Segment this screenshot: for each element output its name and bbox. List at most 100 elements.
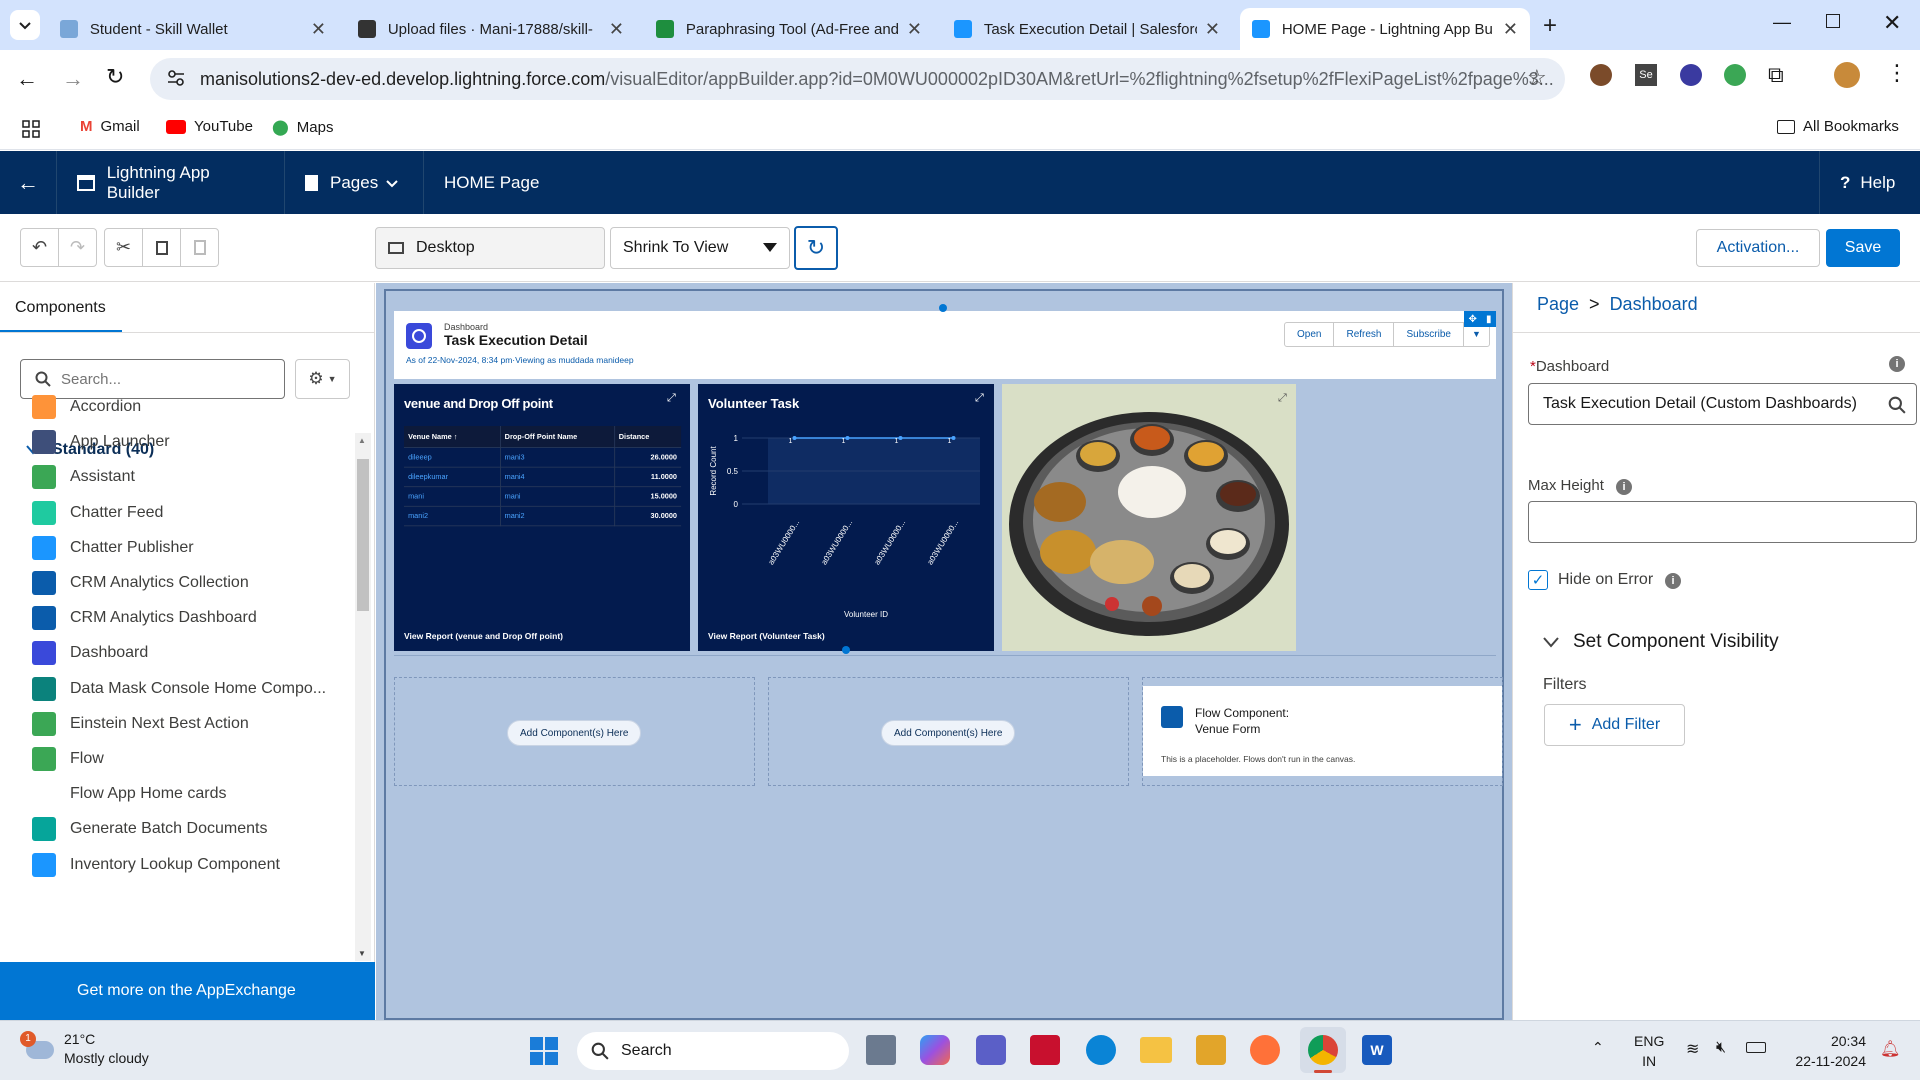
extension-green-icon[interactable]	[1724, 64, 1746, 86]
browser-tab[interactable]: HOME Page - Lightning App Bu ✕	[1240, 8, 1530, 50]
dropoff-cell[interactable]: mani	[500, 486, 615, 507]
component-item[interactable]: Generate Batch Documents	[32, 817, 267, 842]
mcafee-icon[interactable]	[1030, 1035, 1060, 1065]
close-tab-icon[interactable]: ✕	[1503, 19, 1518, 40]
venue-cell[interactable]: mani	[404, 486, 501, 507]
close-tab-icon[interactable]: ✕	[311, 19, 326, 40]
info-icon[interactable]: i	[1889, 356, 1905, 372]
weather-desc[interactable]: Mostly cloudy	[64, 1050, 149, 1066]
new-tab-button[interactable]: +	[1543, 12, 1557, 40]
hide-on-error-checkbox[interactable]: ✓	[1528, 570, 1548, 590]
close-window-button[interactable]: ✕	[1883, 10, 1901, 36]
cookie-extension-icon[interactable]	[1590, 64, 1612, 86]
all-bookmarks-button[interactable]: All Bookmarks	[1777, 118, 1899, 135]
activation-button[interactable]: Activation...	[1696, 229, 1820, 267]
components-tab[interactable]: Components	[15, 299, 106, 317]
weather-icon[interactable]: 1	[20, 1031, 56, 1067]
close-tab-icon[interactable]: ✕	[609, 19, 624, 40]
add-component-button[interactable]: Add Component(s) Here	[507, 720, 642, 746]
component-item[interactable]: CRM Analytics Collection	[32, 571, 249, 595]
search-icon[interactable]	[1888, 396, 1906, 414]
resize-handle-bottom[interactable]	[842, 646, 850, 654]
zoom-select[interactable]: Shrink To View	[610, 227, 790, 269]
component-item[interactable]: Accordion	[32, 395, 141, 419]
browser-tab[interactable]: Paraphrasing Tool (Ad-Free and ✕	[644, 8, 934, 50]
browser-tab[interactable]: Task Execution Detail | Salesforc ✕	[942, 8, 1232, 50]
expand-icon[interactable]: ⤢	[667, 392, 676, 405]
selenium-extension-icon[interactable]: Se	[1635, 64, 1657, 86]
paste-button[interactable]	[180, 228, 219, 267]
copilot-icon[interactable]	[920, 1035, 950, 1065]
url-field[interactable]: manisolutions2-dev-ed.develop.lightning.…	[150, 58, 1565, 100]
wifi-icon[interactable]: ≋	[1686, 1039, 1699, 1059]
close-tab-icon[interactable]: ✕	[1205, 19, 1220, 40]
back-button[interactable]: ←	[0, 151, 57, 214]
scrollbar-thumb[interactable]	[357, 459, 369, 611]
teams-icon[interactable]	[976, 1035, 1006, 1065]
battery-icon[interactable]	[1746, 1042, 1766, 1053]
subscribe-button[interactable]: Subscribe	[1394, 323, 1464, 346]
copy-button[interactable]	[142, 228, 181, 267]
browser-tab[interactable]: Upload files · Mani-17888/skill- ✕	[346, 8, 636, 50]
help-button[interactable]: ? Help	[1819, 151, 1920, 214]
app-icon[interactable]	[1196, 1035, 1226, 1065]
component-item[interactable]: Data Mask Console Home Compo...	[32, 676, 326, 701]
language-indicator[interactable]: ENG IN	[1634, 1031, 1664, 1071]
save-button[interactable]: Save	[1826, 229, 1900, 267]
component-item[interactable]: CRM Analytics Dashboard	[32, 606, 257, 631]
info-icon[interactable]: i	[1616, 479, 1632, 495]
volume-muted-icon[interactable]: 🔇︎	[1716, 1039, 1726, 1057]
apps-grid-icon[interactable]	[22, 120, 40, 138]
bookmark-youtube[interactable]: YouTube	[166, 118, 253, 135]
browser-tab[interactable]: Student - Skill Wallet ✕	[48, 8, 338, 50]
component-item[interactable]: Flow App Home cards	[32, 782, 227, 806]
breadcrumb-page[interactable]: Page	[1537, 294, 1579, 315]
dropoff-cell[interactable]: mani3	[500, 447, 615, 468]
dashboard-header[interactable]: Dashboard Task Execution Detail As of 22…	[394, 311, 1496, 379]
extension-globe-icon[interactable]	[1680, 64, 1702, 86]
col-venue-name[interactable]: Venue Name ↑	[404, 426, 501, 448]
component-item[interactable]: Assistant	[32, 465, 135, 490]
settings-menu-button[interactable]: ⚙ ▼	[295, 359, 350, 399]
appexchange-link[interactable]: Get more on the AppExchange	[0, 962, 375, 1020]
open-button[interactable]: Open	[1285, 323, 1335, 346]
flow-component-card[interactable]: Flow Component: Venue Form This is a pla…	[1143, 686, 1502, 776]
undo-button[interactable]: ↶	[20, 228, 59, 267]
bookmark-maps[interactable]: ⬤ Maps	[272, 118, 333, 137]
expand-icon[interactable]: ⤢	[975, 392, 984, 405]
edge-icon[interactable]	[1086, 1035, 1116, 1065]
resize-handle-top[interactable]	[939, 304, 947, 312]
chrome-taskbar-button[interactable]	[1300, 1027, 1346, 1073]
table-view-report-link[interactable]: View Report (venue and Drop Off point)	[404, 631, 563, 641]
weather-temp[interactable]: 21°C	[64, 1031, 95, 1047]
back-icon[interactable]: ←	[16, 66, 38, 92]
bookmark-star-icon[interactable]: ☆	[1527, 65, 1547, 91]
component-dropzone-1[interactable]: Add Component(s) Here	[394, 677, 755, 786]
component-item[interactable]: Einstein Next Best Action	[32, 711, 249, 736]
word-icon[interactable]: W	[1362, 1035, 1392, 1065]
tab-search-button[interactable]	[10, 10, 40, 40]
component-item[interactable]: Chatter Publisher	[32, 535, 194, 560]
scrollbar-track[interactable]: ▲ ▼	[355, 433, 371, 961]
task-view-icon[interactable]	[866, 1035, 896, 1065]
bookmark-gmail[interactable]: M Gmail	[80, 118, 140, 135]
expand-icon[interactable]: ⤢	[1278, 392, 1287, 405]
chart-view-report-link[interactable]: View Report (Volunteer Task)	[708, 631, 825, 641]
taskbar-search[interactable]: Search	[577, 1032, 849, 1070]
component-item[interactable]: Inventory Lookup Component	[32, 852, 280, 877]
menu-kebab-icon[interactable]: ⋮	[1886, 60, 1908, 86]
redo-button[interactable]: ↷	[58, 228, 97, 267]
close-tab-icon[interactable]: ✕	[907, 19, 922, 40]
refresh-button[interactable]: ↻	[794, 226, 838, 270]
visibility-section-toggle[interactable]: Set Component Visibility	[1543, 631, 1779, 653]
file-explorer-icon[interactable]	[1140, 1037, 1172, 1063]
site-info-icon[interactable]	[166, 68, 186, 88]
reload-icon[interactable]: ↻	[106, 64, 124, 90]
flow-component-zone[interactable]: Flow Component: Venue Form This is a pla…	[1142, 677, 1503, 786]
windows-start-icon[interactable]	[530, 1037, 558, 1065]
component-handle[interactable]: ✥ ▮	[1464, 311, 1496, 327]
col-distance[interactable]: Distance	[614, 426, 682, 448]
component-item[interactable]: Chatter Feed	[32, 500, 163, 525]
col-dropoff[interactable]: Drop-Off Point Name	[500, 426, 615, 448]
extensions-puzzle-icon[interactable]: ⧉	[1768, 62, 1784, 88]
